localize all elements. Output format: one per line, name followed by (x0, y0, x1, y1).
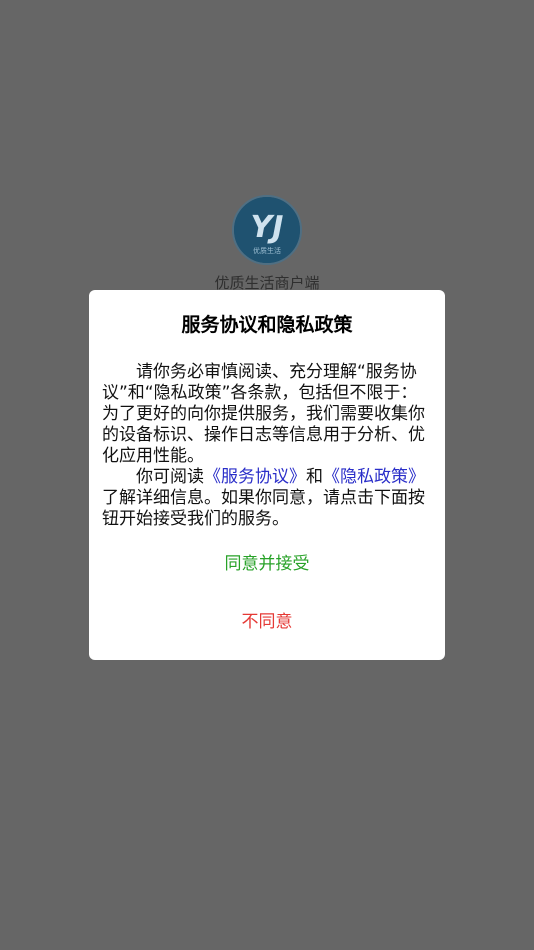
disagree-button[interactable]: 不同意 (89, 610, 445, 634)
app-logo-icon: YJ 优质生活 (234, 197, 300, 263)
logo-caption: 优质生活 (253, 246, 281, 255)
dialog-paragraph-1: 请你务必审慎阅读、充分理解“服务协议”和“隐私政策”各条款，包括但不限于：为了更… (102, 362, 425, 466)
app-logo: YJ 优质生活 (232, 195, 302, 265)
privacy-policy-link[interactable]: 《隐私政策》 (323, 467, 425, 487)
logo-letters: YJ (251, 210, 284, 245)
dialog-body: 请你务必审慎阅读、充分理解“服务协议”和“隐私政策”各条款，包括但不限于：为了更… (102, 362, 432, 530)
paragraph-2-prefix: 你可阅读 (136, 467, 204, 487)
privacy-dialog: 服务协议和隐私政策 请你务必审慎阅读、充分理解“服务协议”和“隐私政策”各条款，… (89, 290, 445, 660)
paragraph-2-and: 和 (306, 467, 323, 487)
paragraph-2-suffix: 了解详细信息。如果你同意，请点击下面按钮开始接受我们的服务。 (102, 488, 425, 529)
dialog-paragraph-2: 你可阅读《服务协议》和《隐私政策》了解详细信息。如果你同意，请点击下面按钮开始接… (102, 467, 432, 530)
dialog-title: 服务协议和隐私政策 (181, 314, 353, 336)
agree-button[interactable]: 同意并接受 (89, 552, 445, 576)
service-agreement-link[interactable]: 《服务协议》 (204, 467, 306, 487)
